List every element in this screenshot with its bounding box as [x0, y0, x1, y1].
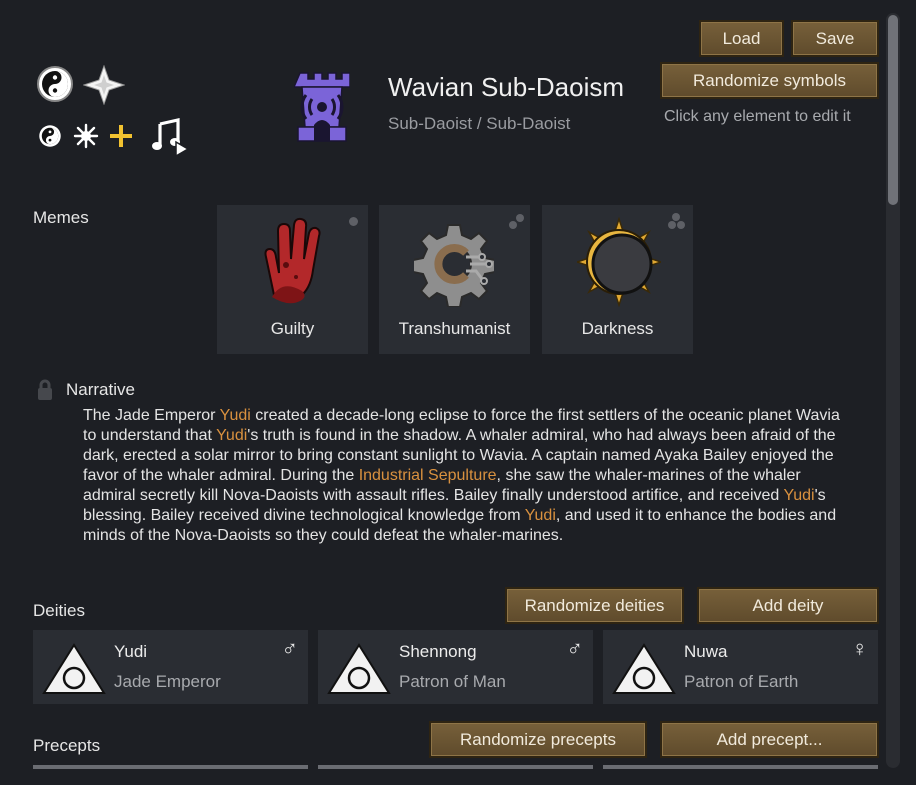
narrative-segment: The Jade Emperor: [83, 407, 220, 424]
bloody-hand-icon: [264, 217, 321, 304]
deity-title: Jade Emperor: [114, 672, 221, 691]
deity-title: Patron of Man: [399, 672, 506, 691]
narrative-link[interactable]: Yudi: [220, 407, 251, 424]
page-title[interactable]: Wavian Sub-Daoism: [388, 72, 624, 103]
yin-yang-icon[interactable]: [36, 65, 74, 103]
deity-triangle-icon: [327, 643, 391, 694]
female-icon: ♀: [851, 636, 869, 661]
gear-circuit-icon: [414, 224, 494, 307]
narrative-link[interactable]: Industrial Sepulture: [359, 467, 497, 484]
music-note-icon[interactable]: [150, 118, 192, 158]
precepts-label: Precepts: [33, 736, 101, 755]
meme-name: Transhumanist: [398, 319, 511, 338]
randomize-deities-button[interactable]: Randomize deities: [505, 587, 684, 624]
deity-name: Yudi: [114, 642, 148, 661]
male-icon: ♂: [281, 636, 299, 661]
deity-card[interactable]: Yudi Jade Emperor ♂: [33, 630, 308, 704]
scrollbar[interactable]: [886, 13, 900, 768]
load-button[interactable]: Load: [699, 20, 784, 57]
narrative-label: Narrative: [66, 380, 135, 399]
deity-triangle-icon: [612, 643, 676, 694]
add-deity-button[interactable]: Add deity: [697, 587, 879, 624]
precept-card[interactable]: [603, 765, 878, 769]
gold-cross-icon[interactable]: [108, 123, 134, 149]
memes-label: Memes: [33, 208, 89, 227]
meme-card-transhumanist[interactable]: Transhumanist: [379, 205, 530, 354]
small-yin-yang-icon[interactable]: [38, 124, 62, 148]
meme-name: Guilty: [270, 319, 315, 338]
edit-hint: Click any element to edit it: [664, 108, 851, 125]
randomize-precepts-button[interactable]: Randomize precepts: [429, 721, 647, 758]
four-point-star-icon[interactable]: [83, 65, 125, 105]
page-subtitle: Sub-Daoist / Sub-Daoist: [388, 114, 571, 133]
sun-burst-icon[interactable]: [73, 123, 99, 149]
narrative-link[interactable]: Yudi: [525, 507, 556, 524]
deities-label: Deities: [33, 601, 85, 620]
lock-icon[interactable]: [37, 379, 53, 401]
deity-triangle-icon: [42, 643, 106, 694]
meme-name: Darkness: [581, 319, 654, 338]
deity-name: Shennong: [399, 642, 477, 661]
meme-card-darkness[interactable]: Darkness: [542, 205, 693, 354]
male-icon: ♂: [566, 636, 584, 661]
deity-card[interactable]: Nuwa Patron of Earth ♀: [603, 630, 878, 704]
narrative-link[interactable]: Yudi: [216, 427, 247, 444]
deity-title: Patron of Earth: [684, 672, 799, 691]
narrative-text[interactable]: The Jade Emperor Yudi created a decade-l…: [83, 406, 843, 546]
eclipse-icon: [577, 217, 661, 307]
deity-card[interactable]: Shennong Patron of Man ♂: [318, 630, 593, 704]
precept-card[interactable]: [318, 765, 593, 769]
precept-card[interactable]: [33, 765, 308, 769]
deity-name: Nuwa: [684, 642, 728, 661]
narrative-link[interactable]: Yudi: [783, 487, 814, 504]
meme-card-guilty[interactable]: Guilty: [217, 205, 368, 354]
scrollbar-thumb[interactable]: [888, 15, 898, 205]
add-precept-button[interactable]: Add precept...: [660, 721, 879, 758]
tower-signal-icon[interactable]: [294, 71, 350, 143]
randomize-symbols-button[interactable]: Randomize symbols: [660, 62, 879, 99]
save-button[interactable]: Save: [791, 20, 879, 57]
